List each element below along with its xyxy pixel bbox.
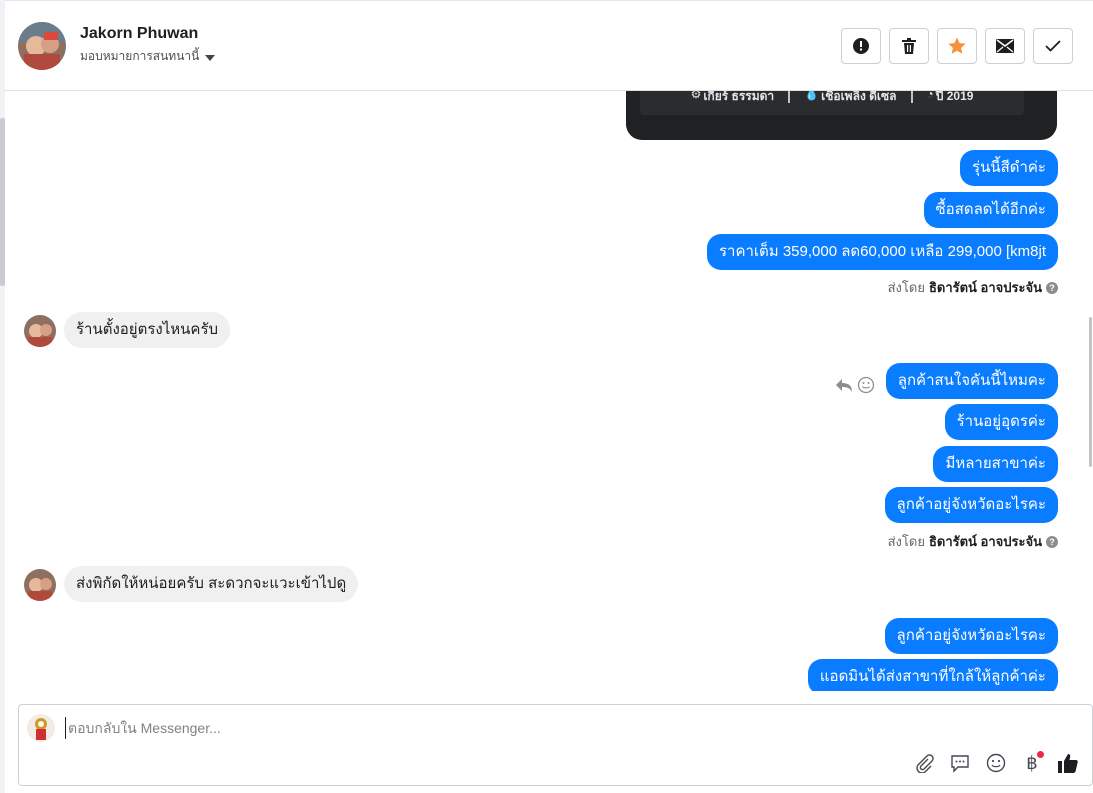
fuel-drop-icon: 💧 bbox=[804, 91, 820, 101]
divider bbox=[788, 91, 791, 103]
sent-by-name[interactable]: ธิดารัตน์ อาจประจัน bbox=[929, 277, 1042, 298]
divider bbox=[910, 91, 913, 103]
saved-reply-icon bbox=[951, 755, 969, 773]
thumbs-up-icon bbox=[1058, 754, 1078, 773]
outgoing-message[interactable]: ลูกค้าอยู่จังหวัดอะไรคะ bbox=[884, 618, 1058, 654]
check-icon bbox=[1045, 40, 1061, 52]
assign-conversation-dropdown[interactable]: มอบหมายการสนทนานี้ bbox=[80, 47, 216, 66]
star-button[interactable] bbox=[937, 28, 977, 64]
alert-icon bbox=[853, 38, 869, 54]
incoming-message[interactable]: ส่งพิกัดให้หน่อยครับ สะดวกจะแวะเข้าไปดู bbox=[64, 566, 359, 602]
reply-input[interactable] bbox=[65, 717, 865, 739]
sent-by-note: ส่งโดย ธิดารัตน์ อาจประจัน ? bbox=[888, 277, 1058, 298]
caret-down-icon bbox=[205, 54, 216, 61]
message-actions bbox=[835, 376, 875, 394]
contact-avatar-small[interactable] bbox=[24, 315, 56, 347]
speedometer-icon: ◔ bbox=[926, 91, 934, 101]
vehicle-card-specs: ⚙ เกียร์ ธรรมดา 💧 เชื้อเพลิง ดีเซล ◔ ปี … bbox=[640, 91, 1024, 115]
like-button[interactable] bbox=[1056, 751, 1080, 775]
paperclip-icon bbox=[916, 754, 934, 773]
attach-button[interactable] bbox=[912, 751, 936, 775]
envelope-icon bbox=[996, 39, 1014, 53]
conversation-header: Jakorn Phuwan มอบหมายการสนทนานี้ bbox=[5, 0, 1093, 91]
outgoing-message[interactable]: แอดมินได้ส่งสาขาที่ใกล้ให้ลูกค้าค่ะ bbox=[807, 659, 1058, 691]
help-icon[interactable]: ? bbox=[1046, 535, 1058, 548]
outgoing-message[interactable]: ลูกค้าสนใจคันนี้ไหมคะ bbox=[885, 363, 1058, 399]
emoji-icon bbox=[986, 753, 1006, 773]
sent-by-prefix: ส่งโดย bbox=[887, 280, 925, 295]
trash-icon bbox=[902, 38, 916, 54]
sent-by-prefix: ส่งโดย bbox=[887, 534, 925, 549]
contact-avatar-small[interactable] bbox=[24, 569, 56, 601]
mark-unread-button[interactable] bbox=[985, 28, 1025, 64]
outgoing-message[interactable]: ซื้อสดลดได้อีกค่ะ bbox=[923, 192, 1058, 228]
mark-spam-button[interactable] bbox=[841, 28, 881, 64]
outgoing-message[interactable]: ร้านอยู่อุดรค่ะ bbox=[944, 404, 1058, 440]
help-icon[interactable]: ? bbox=[1046, 281, 1058, 294]
react-emoji-icon[interactable] bbox=[857, 376, 875, 394]
baht-payment-icon: ฿ bbox=[1026, 752, 1038, 774]
spec-year: ปี 2019 bbox=[935, 91, 974, 103]
sent-by-name[interactable]: ธิดารัตน์ อาจประจัน bbox=[929, 531, 1042, 552]
payment-button[interactable]: ฿ bbox=[1020, 751, 1044, 775]
assign-label: มอบหมายการสนทนานี้ bbox=[80, 49, 200, 63]
mark-done-button[interactable] bbox=[1033, 28, 1073, 64]
contact-avatar[interactable] bbox=[18, 22, 66, 70]
outgoing-message[interactable]: ลูกค้าอยู่จังหวัดอะไรคะ bbox=[884, 487, 1058, 523]
reply-composer: ฿ bbox=[18, 704, 1093, 786]
incoming-message[interactable]: ร้านตั้งอยู่ตรงไหนครับ bbox=[64, 312, 231, 348]
delete-button[interactable] bbox=[889, 28, 929, 64]
spec-fuel: เชื้อเพลิง ดีเซล bbox=[821, 91, 897, 103]
thread-scrollbar-thumb[interactable] bbox=[1089, 317, 1092, 467]
reply-icon[interactable] bbox=[835, 377, 853, 393]
spec-gear: เกียร์ ธรรมดา bbox=[703, 91, 775, 103]
contact-name[interactable]: Jakorn Phuwan bbox=[80, 25, 198, 43]
gear-icon: ⚙ bbox=[690, 91, 702, 101]
thread-scrollbar[interactable] bbox=[1088, 91, 1093, 691]
outgoing-message[interactable]: รุ่นนี้สีดำค่ะ bbox=[960, 150, 1058, 186]
outgoing-message[interactable]: ราคาเต็ม 359,000 ลด60,000 เหลือ 299,000 … bbox=[706, 234, 1058, 270]
outgoing-message[interactable]: มีหลายสาขาค่ะ bbox=[933, 446, 1058, 482]
notification-dot bbox=[1037, 751, 1044, 758]
sent-by-note: ส่งโดย ธิดารัตน์ อาจประจัน ? bbox=[888, 531, 1058, 552]
star-icon bbox=[948, 37, 966, 54]
page-avatar bbox=[27, 714, 55, 742]
message-thread[interactable]: ⚙ เกียร์ ธรรมดา 💧 เชื้อเพลิง ดีเซล ◔ ปี … bbox=[5, 91, 1088, 691]
saved-reply-button[interactable] bbox=[948, 751, 972, 775]
vehicle-card[interactable]: ⚙ เกียร์ ธรรมดา 💧 เชื้อเพลิง ดีเซล ◔ ปี … bbox=[626, 91, 1057, 140]
emoji-button[interactable] bbox=[984, 751, 1008, 775]
